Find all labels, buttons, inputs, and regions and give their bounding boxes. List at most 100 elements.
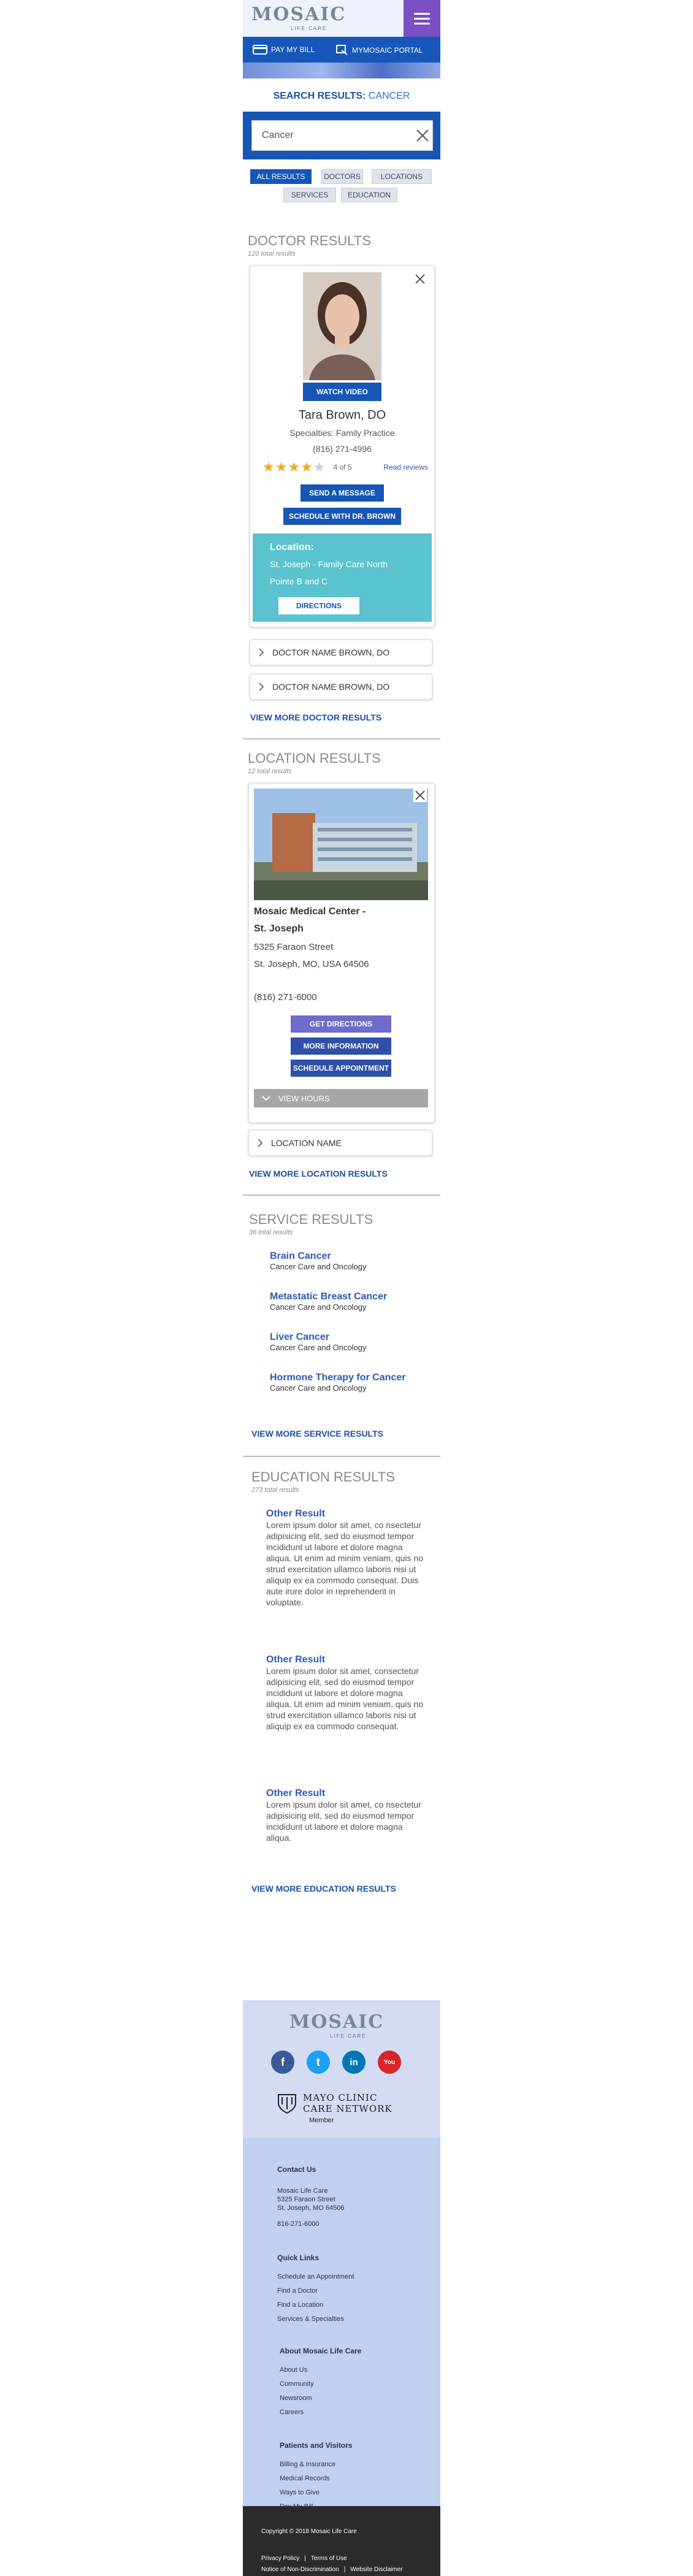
twitter-icon[interactable]: t: [307, 2050, 330, 2074]
location-address1: 5325 Faraon Street: [254, 942, 334, 952]
service-name[interactable]: Hormone Therapy for Cancer: [270, 1372, 405, 1383]
building-image: [254, 789, 428, 900]
education-title[interactable]: Other Result: [266, 1788, 426, 1799]
service-item[interactable]: Brain Cancer Cancer Care and Oncology: [270, 1251, 367, 1271]
patients-link[interactable]: Billing & Insurance: [280, 2461, 335, 2468]
service-results-count: 36 total results: [249, 1229, 293, 1236]
terms-link[interactable]: Terms of Use: [311, 2555, 347, 2562]
search-label: SEARCH RESULTS:: [273, 91, 366, 101]
doctor-collapsed-2[interactable]: DOCTOR NAME BROWN, DO: [249, 673, 433, 700]
education-title[interactable]: Other Result: [266, 1654, 426, 1665]
facebook-icon[interactable]: f: [271, 2050, 294, 2074]
watch-video-button[interactable]: WATCH VIDEO: [303, 383, 381, 401]
service-item[interactable]: Metastatic Breast Cancer Cancer Care and…: [270, 1291, 387, 1312]
linkedin-icon[interactable]: in: [342, 2050, 366, 2074]
about-link[interactable]: Newsroom: [280, 2394, 312, 2402]
send-message-button[interactable]: SEND A MESSAGE: [301, 484, 384, 502]
section-divider: [243, 1194, 440, 1196]
directions-button[interactable]: DIRECTIONS: [278, 597, 359, 614]
pay-bill-link[interactable]: PAY MY BILL: [253, 45, 315, 55]
site-logo[interactable]: MOSAIC: [251, 4, 346, 25]
more-information-button[interactable]: MORE INFORMATION: [291, 1038, 391, 1055]
network-line2: CARE NETWORK: [303, 2103, 392, 2114]
view-more-doctors[interactable]: VIEW MORE DOCTOR RESULTS: [250, 713, 381, 722]
education-results-count: 273 total results: [251, 1486, 299, 1494]
contact-phone[interactable]: 816-271-6000: [277, 2220, 320, 2228]
about-link[interactable]: About Us: [280, 2366, 307, 2374]
section-divider: [243, 738, 440, 740]
tab-education[interactable]: EDUCATION: [341, 188, 397, 202]
education-item[interactable]: Other Result Lorem ipsum dolor sit amet,…: [266, 1654, 426, 1732]
tab-locations[interactable]: LOCATIONS: [372, 169, 432, 184]
tab-services[interactable]: SERVICES: [283, 188, 336, 202]
education-item[interactable]: Other Result Lorem ipsum dolor sit amet,…: [266, 1788, 426, 1843]
get-directions-button[interactable]: GET DIRECTIONS: [291, 1015, 391, 1033]
close-icon[interactable]: [413, 789, 427, 802]
education-text: Lorem ipsum dolor sit amet, consectetur …: [266, 1666, 424, 1731]
about-link[interactable]: Community: [280, 2380, 314, 2388]
portal-label: MYMOSAIC PORTAL: [352, 46, 423, 55]
section-divider: [243, 1456, 440, 1457]
about-link[interactable]: Careers: [280, 2409, 304, 2416]
doctor-name: Tara Brown, DO: [298, 408, 386, 422]
location-card: Mosaic Medical Center - St. Joseph 5325 …: [248, 782, 435, 1123]
search-results-heading: SEARCH RESULTS: CANCER: [243, 91, 440, 102]
legal-row-1: Privacy Policy | Terms of Use: [261, 2555, 347, 2562]
hamburger-icon[interactable]: [404, 0, 440, 37]
non-discrimination-link[interactable]: Notice of Non-Discrimination: [261, 2566, 339, 2573]
view-more-education[interactable]: VIEW MORE EDUCATION RESULTS: [251, 1884, 396, 1894]
footer-logo[interactable]: MOSAIC: [289, 2011, 384, 2033]
doctor-photo: [303, 272, 381, 380]
view-more-locations[interactable]: VIEW MORE LOCATION RESULTS: [249, 1169, 388, 1179]
close-icon[interactable]: [415, 128, 431, 143]
patients-link[interactable]: Medical Records: [280, 2475, 330, 2482]
site-logo-sub: LIFE CARE: [291, 26, 327, 31]
search-input[interactable]: Cancer: [251, 120, 433, 151]
schedule-button[interactable]: SCHEDULE WITH DR. BROWN: [283, 508, 401, 525]
youtube-icon[interactable]: You: [378, 2050, 401, 2074]
view-more-services[interactable]: VIEW MORE SERVICE RESULTS: [251, 1429, 383, 1439]
page-column: MOSAIC LIFE CARE PAY MY BILL MYMOSAIC PO…: [243, 0, 440, 2576]
legal-sep: |: [304, 2555, 306, 2562]
education-title[interactable]: Other Result: [266, 1508, 426, 1519]
copyright: Copyright © 2018 Mosaic Life Care: [261, 2528, 357, 2535]
patients-link[interactable]: Ways to Give: [280, 2489, 320, 2496]
contact-line: St. Joseph, MO 64506: [277, 2204, 345, 2212]
portal-link[interactable]: MYMOSAIC PORTAL: [336, 45, 423, 56]
service-name[interactable]: Liver Cancer: [270, 1332, 367, 1343]
privacy-link[interactable]: Privacy Policy: [261, 2555, 299, 2562]
tab-doctors[interactable]: DOCTORS: [321, 169, 363, 184]
view-hours-toggle[interactable]: VIEW HOURS: [254, 1089, 428, 1107]
location-line1: St. Joseph - Family Care North: [270, 559, 388, 569]
doctor-portrait: [303, 272, 381, 380]
location-collapsed-name: LOCATION NAME: [271, 1138, 342, 1148]
network-line1: MAYO CLINIC: [303, 2092, 378, 2103]
service-name[interactable]: Metastatic Breast Cancer: [270, 1291, 387, 1302]
education-text: Lorem ipsum dolor sit amet, co nsectetur…: [266, 1520, 424, 1607]
schedule-appointment-button[interactable]: SCHEDULE APPOINTMENT: [291, 1060, 391, 1077]
quick-link[interactable]: Schedule an Appointment: [277, 2273, 354, 2280]
doctor-card: WATCH VIDEO Tara Brown, DO Specialties: …: [249, 265, 435, 628]
quick-link[interactable]: Find a Location: [277, 2301, 323, 2309]
education-item[interactable]: Other Result Lorem ipsum dolor sit amet,…: [266, 1508, 426, 1608]
chevron-down-icon: [262, 1096, 270, 1101]
close-icon[interactable]: [413, 272, 427, 286]
about-title: About Mosaic Life Care: [280, 2347, 362, 2355]
service-desc: Cancer Care and Oncology: [270, 1343, 367, 1352]
service-item[interactable]: Hormone Therapy for Cancer Cancer Care a…: [270, 1372, 405, 1393]
doctor-phone[interactable]: (816) 271-4996: [250, 444, 434, 454]
education-text: Lorem ipsum dolor sit amet, co nsectetur…: [266, 1800, 421, 1843]
service-name[interactable]: Brain Cancer: [270, 1251, 367, 1262]
doctor-collapsed-1[interactable]: DOCTOR NAME BROWN, DO: [249, 639, 433, 666]
quick-link[interactable]: Find a Doctor: [277, 2287, 318, 2295]
location-phone[interactable]: (816) 271-6000: [254, 992, 317, 1003]
doctor-collapsed-name: DOCTOR NAME BROWN, DO: [272, 682, 390, 692]
service-item[interactable]: Liver Cancer Cancer Care and Oncology: [270, 1332, 367, 1352]
location-collapsed-1[interactable]: LOCATION NAME: [248, 1129, 433, 1156]
doctor-location-box: Location: St. Joseph - Family Care North…: [253, 533, 432, 622]
chevron-right-icon: [258, 1139, 263, 1147]
tab-all-results[interactable]: ALL RESULTS: [250, 169, 312, 184]
quick-link[interactable]: Services & Specialties: [277, 2315, 344, 2323]
read-reviews-link[interactable]: Read reviews: [383, 463, 428, 472]
disclaimer-link[interactable]: Website Disclaimer: [350, 2566, 402, 2573]
